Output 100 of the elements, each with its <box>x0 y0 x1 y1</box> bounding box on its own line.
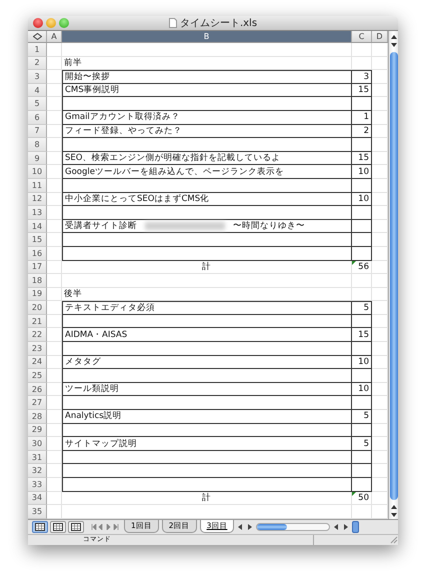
row-number: 21 <box>28 314 47 328</box>
up-arrow-icon[interactable] <box>390 504 398 510</box>
table-cell <box>47 84 62 98</box>
up-arrow-icon[interactable] <box>390 34 398 40</box>
cell-value: 5 <box>364 411 369 422</box>
cell-value: 10 <box>358 356 369 367</box>
resize-grip-icon[interactable] <box>390 536 398 544</box>
row-number: 26 <box>28 382 47 396</box>
cell-value: 50 <box>358 492 369 503</box>
table-cell <box>47 314 62 328</box>
table-cell <box>352 43 372 57</box>
cell-text: サイトマップ説明 <box>65 438 137 450</box>
table-cell <box>47 110 62 125</box>
split-handle[interactable] <box>352 520 360 533</box>
grid-icon <box>35 522 45 531</box>
table-cell <box>47 152 62 166</box>
row-number: 7 <box>28 124 47 138</box>
row-number: 22 <box>28 328 47 342</box>
table-cell <box>47 124 62 138</box>
cell-text: 前半 <box>64 56 82 69</box>
table-cell <box>47 246 62 260</box>
cell-value: 5 <box>364 303 369 314</box>
cell-text: Googleツールバーを組み込んで、ページランク表示を <box>65 166 284 178</box>
row-number: 20 <box>28 301 47 315</box>
cell-text: 計 <box>202 260 211 273</box>
cell-text: 〜時間なりゆき〜 <box>233 220 305 232</box>
table-cell <box>47 382 62 396</box>
table-cell <box>47 70 62 84</box>
row-number: 9 <box>28 152 47 166</box>
table-cell <box>47 233 62 247</box>
row-number: 18 <box>28 274 47 288</box>
table-cell <box>352 478 372 492</box>
column-header[interactable]: C <box>352 31 372 42</box>
cell-value: 10 <box>358 194 369 204</box>
table-cell <box>47 97 62 111</box>
cell-text: SEO、検索エンジン側が明確な指針を記載しているよ <box>65 152 280 164</box>
cell-text: 受講者サイト診断 <box>65 220 137 232</box>
down-arrow-icon[interactable] <box>390 42 398 48</box>
table-cell <box>47 356 62 370</box>
table-cell <box>352 464 372 478</box>
vertical-scrollbar[interactable] <box>388 31 398 519</box>
row-number: 28 <box>28 410 47 424</box>
cell-text: フィード登録、やってみた？ <box>65 124 182 137</box>
table-cell <box>47 328 62 342</box>
cell-value: 3 <box>364 72 369 82</box>
cell-text: 計 <box>202 492 211 504</box>
sheet-navigation-icon[interactable] <box>91 524 121 530</box>
close-button[interactable] <box>33 18 43 28</box>
table-cell <box>47 369 62 383</box>
row-number: 32 <box>28 464 47 478</box>
table-cell <box>47 220 62 234</box>
scroll-thumb[interactable] <box>390 52 398 500</box>
row-number: 33 <box>28 478 47 492</box>
table-cell <box>352 233 372 247</box>
down-arrow-icon[interactable] <box>390 512 398 518</box>
cell-text: 後半 <box>64 288 82 300</box>
scroll-thumb[interactable] <box>257 524 288 530</box>
diamond-icon <box>32 33 42 40</box>
row-number: 31 <box>28 450 47 464</box>
cell-text: AIDMA・AISAS <box>65 328 128 341</box>
cell-value: 56 <box>358 262 369 272</box>
row-number: 4 <box>28 84 47 98</box>
row-number: 10 <box>28 165 47 179</box>
row-number: 29 <box>28 424 47 438</box>
row-number: 14 <box>28 220 47 234</box>
cell-text: 中小企業にとってSEOはまずCMS化 <box>65 192 210 205</box>
row-number: 1 <box>28 43 47 57</box>
view-button[interactable] <box>32 520 48 533</box>
cell-value: 5 <box>364 438 369 449</box>
cell-value: 10 <box>358 166 369 177</box>
row-number: 24 <box>28 356 47 370</box>
table-cell <box>47 301 62 315</box>
cell-value: 15 <box>358 85 369 96</box>
row-number: 35 <box>28 505 47 519</box>
left-right-arrows-icon[interactable] <box>333 524 350 530</box>
grid-icon <box>71 522 81 531</box>
table-cell <box>47 437 62 451</box>
row-number: 16 <box>28 246 47 260</box>
table-cell <box>47 43 62 57</box>
table-cell <box>47 464 62 478</box>
horizontal-scrollbar[interactable] <box>256 522 330 531</box>
row-number: 6 <box>28 110 47 125</box>
cell-text: Gmailアカウント取得済み？ <box>65 111 180 124</box>
cell-text: メタタグ <box>65 356 101 368</box>
table-cell <box>47 450 62 464</box>
document-icon <box>168 18 177 28</box>
grid-icon <box>53 522 63 531</box>
view-button[interactable] <box>68 520 84 533</box>
row-number: 19 <box>28 288 47 302</box>
table-cell <box>47 178 62 193</box>
left-right-arrows-icon[interactable] <box>237 524 254 530</box>
row-number: 23 <box>28 342 47 356</box>
row-number: 11 <box>28 178 47 193</box>
table-cell <box>47 192 62 206</box>
view-button[interactable] <box>50 520 66 533</box>
row-number: 2 <box>28 56 47 70</box>
table-cell <box>47 396 62 410</box>
column-header[interactable]: B <box>62 31 352 42</box>
table-cell <box>47 138 62 152</box>
row-number: 15 <box>28 233 47 247</box>
